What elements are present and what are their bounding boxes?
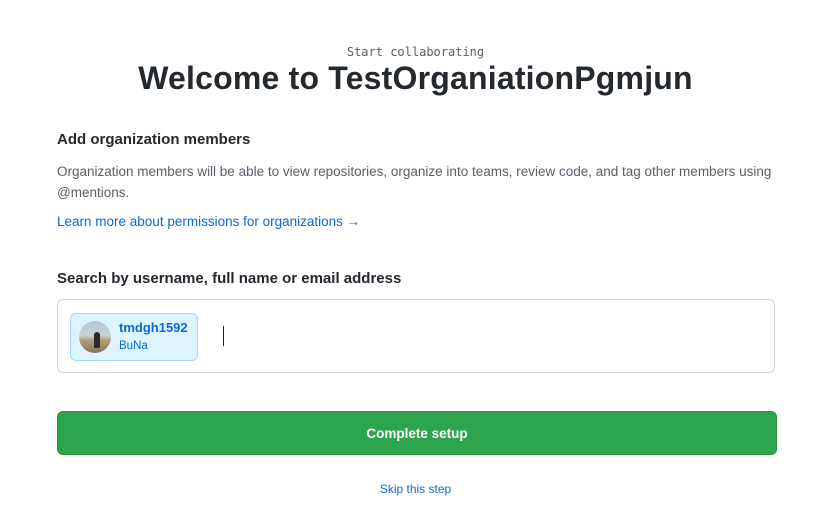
member-username: tmdgh1592: [119, 320, 188, 335]
add-members-heading: Add organization members: [57, 131, 251, 148]
search-label: Search by username, full name or email a…: [57, 270, 402, 287]
skip-step-link[interactable]: Skip this step: [0, 482, 831, 496]
avatar: [79, 321, 111, 353]
learn-more-permissions-link[interactable]: Learn more about permissions for organiz…: [57, 214, 360, 229]
selected-member-chip[interactable]: tmdgh1592 BuNa: [70, 313, 198, 361]
member-search-input[interactable]: [222, 324, 762, 348]
org-setup-page: Start collaborating Welcome to TestOrgan…: [0, 0, 831, 521]
members-description: Organization members will be able to vie…: [57, 164, 772, 200]
avatar-figure: [94, 332, 100, 348]
page-title: Welcome to TestOrganiationPgmjun: [138, 60, 693, 96]
complete-setup-button[interactable]: Complete setup: [57, 411, 777, 455]
member-search-box[interactable]: tmdgh1592 BuNa: [57, 299, 775, 373]
page-kicker: Start collaborating: [346, 45, 485, 59]
member-full-name: BuNa: [119, 340, 148, 352]
text-caret: [223, 326, 224, 346]
